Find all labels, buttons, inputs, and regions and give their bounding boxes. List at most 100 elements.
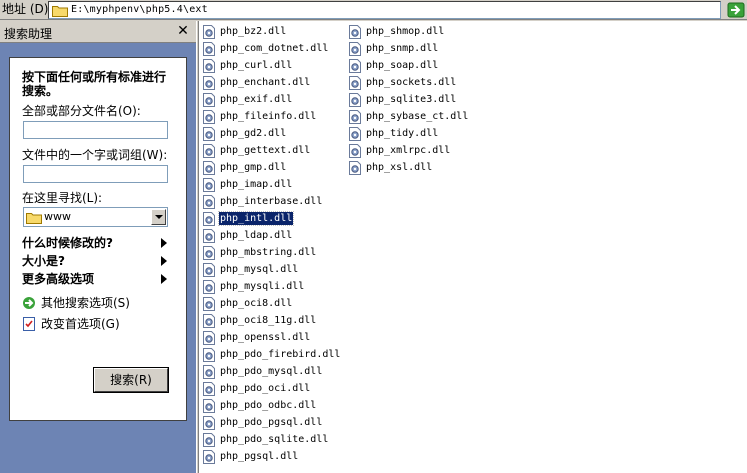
option-advanced[interactable]: 更多高级选项 — [22, 272, 167, 286]
file-name: php_oci8.dll — [220, 298, 293, 309]
dll-file-icon — [348, 42, 362, 56]
dll-file-icon — [348, 127, 362, 141]
address-path: E:\myphpenv\php5.4\ext — [71, 4, 208, 15]
dll-file-icon — [202, 161, 216, 175]
arrow-right-icon — [23, 297, 35, 309]
checklist-icon — [23, 317, 35, 331]
file-name: php_pdo_mysql.dll — [220, 366, 323, 377]
file-name: php_intl.dll — [217, 211, 295, 226]
dll-file-icon — [348, 25, 362, 39]
address-input[interactable]: E:\myphpenv\php5.4\ext — [48, 1, 721, 19]
file-name: php_pdo_firebird.dll — [220, 349, 341, 360]
option-label: 更多高级选项 — [22, 272, 95, 286]
search-button[interactable]: 搜索(R) — [94, 368, 168, 392]
dll-file-icon — [348, 93, 362, 107]
address-label: 地址 (D) — [2, 2, 49, 16]
file-name: php_gmp.dll — [220, 162, 287, 173]
file-name: php_mysql.dll — [220, 264, 299, 275]
option-modified-date[interactable]: 什么时候修改的? — [22, 236, 167, 250]
file-list: php_bz2.dll php_com_dotnet.dll php_curl.dl… — [199, 21, 747, 473]
dll-file-icon — [202, 331, 216, 345]
file-name: php_sqlite3.dll — [366, 94, 457, 105]
file-name: php_pdo_odbc.dll — [220, 400, 317, 411]
file-name: php_interbase.dll — [220, 196, 323, 207]
look-in-select[interactable]: www — [23, 207, 168, 227]
dll-file-icon — [202, 399, 216, 413]
file-name: php_xsl.dll — [366, 162, 433, 173]
file-name: php_curl.dll — [220, 60, 293, 71]
dll-file-icon — [202, 178, 216, 192]
file-name: php_pgsql.dll — [220, 451, 299, 462]
dll-file-icon — [202, 229, 216, 243]
pane-header: 搜索助理 ✕ — [0, 21, 196, 43]
option-label: 什么时候修改的? — [22, 236, 113, 250]
look-in-label: 在这里寻找(L): — [22, 191, 103, 205]
chevron-right-icon — [161, 274, 167, 284]
dll-file-icon — [202, 25, 216, 39]
name-label: 全部或部分文件名(O): — [22, 104, 141, 118]
dll-file-icon — [202, 127, 216, 141]
file-name: php_fileinfo.dll — [220, 111, 317, 122]
file-name: php_soap.dll — [366, 60, 439, 71]
file-name: php_imap.dll — [220, 179, 293, 190]
dll-file-icon — [202, 297, 216, 311]
file-name: php_gd2.dll — [220, 128, 287, 139]
file-name: php_shmop.dll — [366, 26, 445, 37]
dll-file-icon — [348, 161, 362, 175]
dll-file-icon — [202, 59, 216, 73]
dll-file-icon — [202, 382, 216, 396]
content-input[interactable] — [23, 165, 168, 183]
dll-file-icon — [202, 212, 216, 226]
search-assistant-pane: 搜索助理 ✕ 按下面任何或所有标准进行搜索。 全部或部分文件名(O): 文件中的… — [0, 21, 196, 473]
chevron-right-icon — [161, 238, 167, 248]
file-name: php_gettext.dll — [220, 145, 311, 156]
folder-icon — [52, 6, 68, 17]
file-name: php_enchant.dll — [220, 77, 311, 88]
content-label: 文件中的一个字或词组(W): — [22, 148, 168, 162]
dll-file-icon — [202, 280, 216, 294]
close-icon[interactable]: ✕ — [176, 24, 190, 38]
file-name: php_openssl.dll — [220, 332, 311, 343]
filename-input[interactable] — [23, 121, 168, 139]
file-name: php_oci8_11g.dll — [220, 315, 317, 326]
dll-file-icon — [202, 42, 216, 56]
file-name: php_snmp.dll — [366, 43, 439, 54]
dll-file-icon — [202, 93, 216, 107]
file-name: php_xmlrpc.dll — [366, 145, 451, 156]
search-panel: 按下面任何或所有标准进行搜索。 全部或部分文件名(O): 文件中的一个字或词组(… — [9, 57, 187, 421]
address-bar: 地址 (D) E:\myphpenv\php5.4\ext — [0, 0, 747, 20]
pane-title: 搜索助理 — [4, 27, 53, 41]
file-name: php_sockets.dll — [366, 77, 457, 88]
file-name: php_pdo_sqlite.dll — [220, 434, 329, 445]
dll-file-icon — [202, 246, 216, 260]
file-name: php_pdo_pgsql.dll — [220, 417, 323, 428]
file-name: php_bz2.dll — [220, 26, 287, 37]
link-label: 其他搜索选项(S) — [41, 296, 130, 310]
chevron-down-icon — [155, 215, 163, 219]
link-label: 改变首选项(G) — [41, 317, 120, 331]
dll-file-icon — [202, 76, 216, 90]
file-name: php_pdo_oci.dll — [220, 383, 311, 394]
dll-file-icon — [202, 348, 216, 362]
search-intro: 按下面任何或所有标准进行搜索。 — [22, 70, 167, 98]
dll-file-icon — [202, 144, 216, 158]
dll-file-icon — [202, 195, 216, 209]
dll-file-icon — [348, 144, 362, 158]
dll-file-icon — [348, 59, 362, 73]
dll-file-icon — [348, 110, 362, 124]
option-size[interactable]: 大小是? — [22, 254, 167, 268]
dll-file-icon — [202, 365, 216, 379]
file-name: php_exif.dll — [220, 94, 293, 105]
file-name: php_mysqli.dll — [220, 281, 305, 292]
chevron-right-icon — [161, 256, 167, 266]
folder-icon — [26, 213, 42, 224]
dll-file-icon — [202, 450, 216, 464]
look-in-dropdown-button[interactable] — [151, 209, 166, 225]
dll-file-icon — [348, 76, 362, 90]
file-name: php_com_dotnet.dll — [220, 43, 329, 54]
file-name: php_tidy.dll — [366, 128, 439, 139]
dll-file-icon — [202, 263, 216, 277]
go-arrow-icon[interactable] — [727, 2, 745, 18]
option-label: 大小是? — [22, 254, 65, 268]
file-name: php_ldap.dll — [220, 230, 293, 241]
